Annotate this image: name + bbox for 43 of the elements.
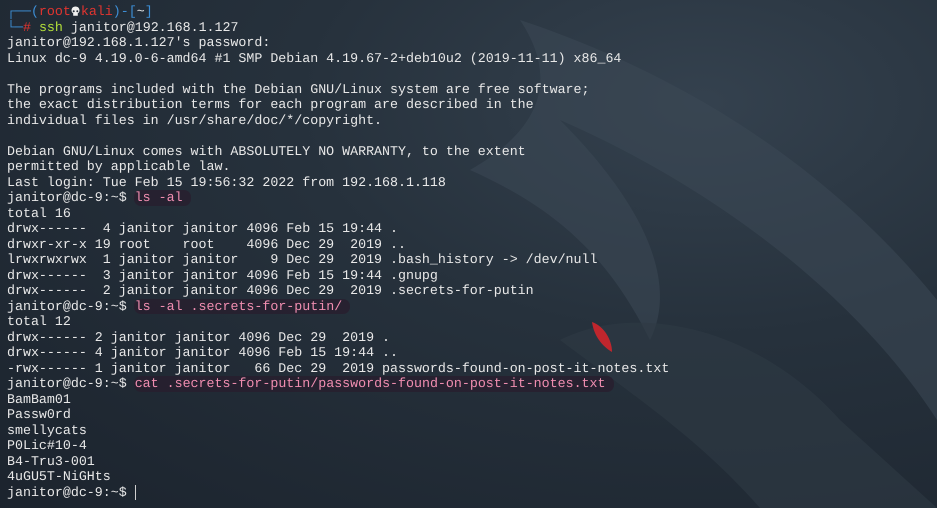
terminal-output-line: smellycats: [7, 422, 87, 438]
terminal-output-line: the exact distribution terms for each program are described in the: [7, 97, 534, 112]
command-arguments: janitor@192.168.1.127: [70, 20, 238, 35]
shell-prompt: janitor@dc-9:~$: [7, 298, 127, 314]
shell-prompt: janitor@dc-9:~$: [7, 190, 127, 206]
terminal-output-line: drwx------ 2 janitor janitor 4096 Dec 29 2019 .: [7, 330, 390, 345]
shell-prompt: janitor@dc-9:~$: [7, 484, 127, 500]
prompt-frame-text: └─: [7, 20, 23, 35]
terminal-output-line: drwx------ 4 janitor janitor 4096 Feb 15 19:44 .: [7, 221, 398, 236]
terminal-output-line: permitted by applicable law.: [7, 159, 230, 174]
terminal-output-line: The programs included with the Debian GNU/Linux system are free software;: [7, 82, 590, 97]
text-cursor: [134, 484, 136, 500]
terminal-output-line: Last login: Tue Feb 15 19:56:32 2022 from 192.168.1.118: [7, 174, 446, 190]
prompt-host: kali: [80, 4, 113, 20]
terminal-output-line: total 16: [7, 206, 71, 221]
skull-icon: [71, 6, 80, 18]
terminal-output-line: individual files in /usr/share/doc/*/copyright.: [7, 112, 382, 128]
terminal-output-line: drwx------ 4 janitor janitor 4096 Feb 15 19:44 ..: [7, 345, 398, 360]
command-name: ssh: [38, 20, 63, 35]
terminal-output-line: drwx------ 2 janitor janitor 4096 Dec 29 2019 .secrets-for-putin: [7, 283, 534, 298]
prompt-frame-text: ┌──(: [7, 4, 39, 20]
command-text: cat .secrets-for-putin/passwords-found-on-post-it-notes.txt: [134, 376, 614, 392]
terminal-output-line: 4uGU5T-NiGHts: [7, 469, 111, 484]
prompt-frame-text: ]: [144, 4, 153, 20]
prompt-user: root: [38, 4, 71, 20]
command-text: ls -al: [134, 190, 191, 206]
terminal-output-line: Passw0rd: [7, 407, 71, 422]
terminal-output-line: Debian GNU/Linux comes with ABSOLUTELY NO WARRANTY, to the extent: [7, 144, 526, 159]
terminal-output-line: P0Lic#10-4: [7, 438, 87, 454]
prompt-directory: ~: [136, 4, 145, 20]
terminal-output-line: drwxr-xr-x 19 root root 4096 Dec 29 2019 ..: [7, 236, 406, 252]
shell-prompt: janitor@dc-9:~$: [7, 376, 127, 392]
terminal-output-line: BamBam01: [7, 392, 71, 407]
terminal-output-line: drwx------ 3 janitor janitor 4096 Feb 15 19:44 .gnupg: [7, 268, 438, 283]
terminal-output-line: total 12: [7, 314, 71, 330]
command-text: ls -al .secrets-for-putin/: [134, 298, 350, 314]
terminal-output-line: lrwxrwxrwx 1 janitor janitor 9 Dec 29 2019 .bash_history -> /dev/null: [7, 252, 598, 268]
terminal-output-line: -rwx------ 1 janitor janitor 66 Dec 29 2019 passwords-found-on-post-it-notes.txt: [7, 360, 670, 376]
prompt-frame-text: )-[: [112, 4, 137, 20]
terminal-output-line: Linux dc-9 4.19.0-6-amd64 #1 SMP Debian 4.19.67-2+deb10u2 (2019-11-11) x86_64: [7, 50, 622, 66]
root-prompt-symbol: #: [22, 20, 31, 35]
terminal-output-line: janitor@192.168.1.127's password:: [7, 35, 270, 50]
terminal-output-line: B4-Tru3-001: [7, 454, 95, 469]
